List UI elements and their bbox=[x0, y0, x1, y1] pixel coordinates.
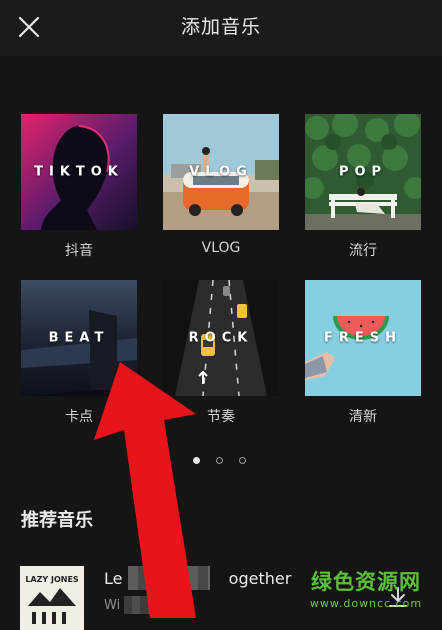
fresh-label: 清新 bbox=[349, 409, 377, 425]
category-tiktok[interactable]: TIKTOK 抖音 bbox=[21, 114, 137, 260]
category-fresh[interactable]: FRESH 清新 bbox=[305, 280, 421, 426]
album-art: LAZY JONES bbox=[20, 566, 84, 630]
beat-cover: BEAT bbox=[21, 280, 137, 396]
tiktok-cover: TIKTOK bbox=[21, 114, 137, 230]
fresh-cover: FRESH bbox=[305, 280, 421, 396]
vlog-cover: VLOG bbox=[163, 114, 279, 230]
page-title: 添加音乐 bbox=[180, 16, 261, 38]
tiktok-cover-text: TIKTOK bbox=[34, 164, 124, 180]
album-text: LAZY JONES bbox=[25, 575, 79, 584]
vlog-label: VLOG bbox=[201, 240, 241, 256]
pop-cover: POP bbox=[305, 114, 421, 230]
blurred-region-artist bbox=[124, 596, 164, 614]
vlog-cover-text: VLOG bbox=[189, 164, 253, 180]
category-pop[interactable]: POP 流行 bbox=[305, 114, 421, 260]
watermark-sub: www.downcc.com bbox=[309, 597, 423, 610]
top-bar: 添加音乐 bbox=[0, 0, 442, 56]
rock-cover: ROCK bbox=[163, 280, 279, 396]
category-rock[interactable]: ROCK 节奏 bbox=[163, 280, 279, 426]
song-artist: Wi bbox=[104, 598, 121, 613]
beat-cover-text: BEAT bbox=[48, 330, 110, 346]
page-indicator bbox=[193, 449, 257, 468]
category-vlog[interactable]: VLOG VLOG bbox=[163, 114, 279, 256]
fresh-cover-text: FRESH bbox=[323, 330, 402, 346]
rock-label: 节奏 bbox=[207, 409, 235, 425]
beat-label: 卡点 bbox=[65, 409, 93, 425]
song-title-start: Le bbox=[104, 569, 123, 588]
pop-label: 流行 bbox=[349, 243, 377, 259]
blurred-region bbox=[128, 566, 210, 590]
category-beat[interactable]: BEAT 卡点 bbox=[21, 280, 137, 426]
watermark: 绿色资源网 www.downcc.com bbox=[304, 566, 428, 610]
page-dot-1[interactable] bbox=[193, 457, 200, 464]
watermark-main: 绿色资源网 bbox=[311, 570, 421, 594]
page-dot-2[interactable] bbox=[216, 457, 224, 464]
song-title-end: ogether bbox=[228, 569, 292, 588]
recommend-section-title: 推荐音乐 bbox=[21, 510, 93, 531]
page-dot-3[interactable] bbox=[239, 457, 247, 464]
tiktok-label: 抖音 bbox=[65, 243, 93, 259]
rock-cover-text: ROCK bbox=[188, 330, 254, 346]
pop-cover-text: POP bbox=[338, 164, 388, 180]
